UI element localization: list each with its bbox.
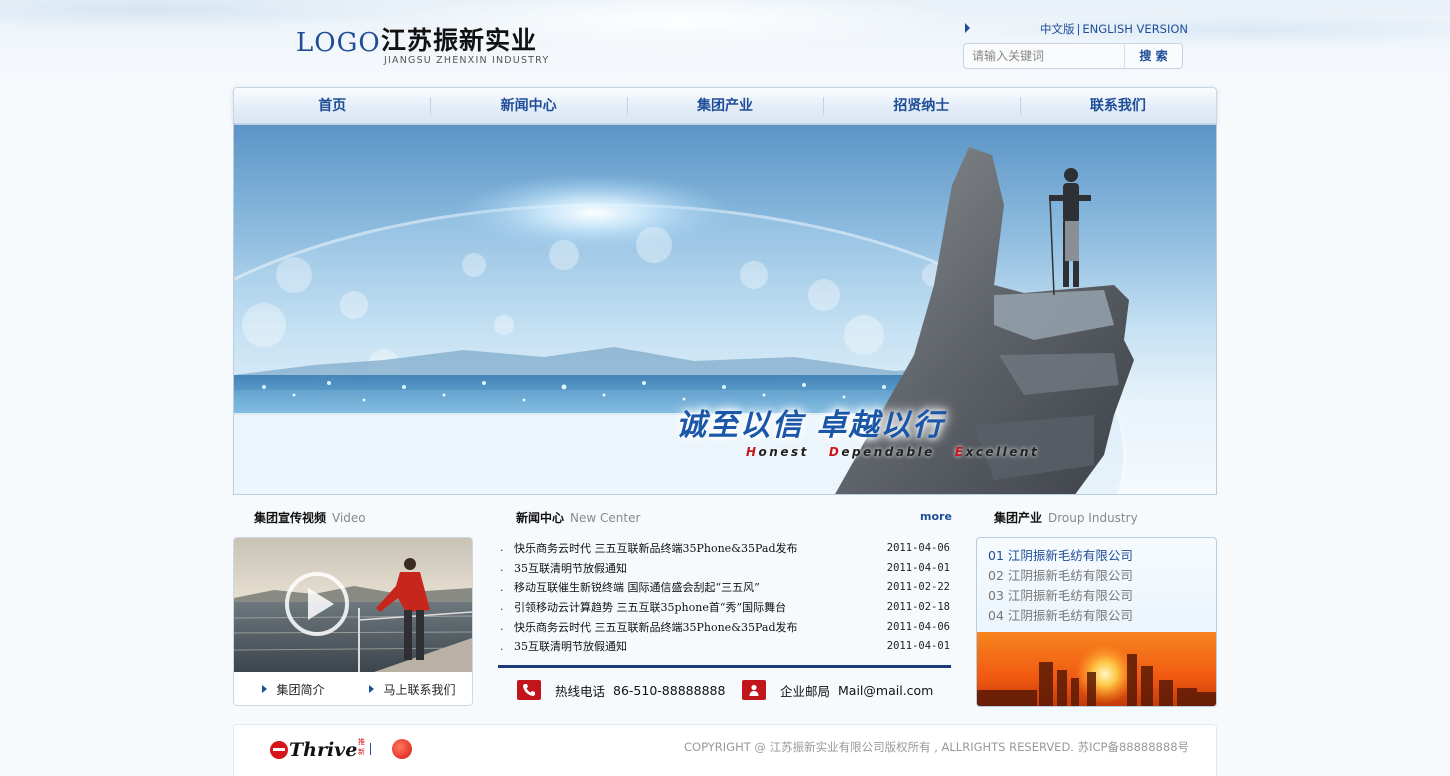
thrive-logo[interactable]: Thrive 推新 <box>270 738 365 761</box>
section-title-en: Droup Industry <box>1048 511 1138 525</box>
hero-banner: 诚至以信 卓越以行 Honest Dependable Excellent <box>233 124 1217 495</box>
company-intro-link[interactable]: 集团简介 <box>234 672 353 705</box>
copyright-text: COPYRIGHT @ 江苏振新实业有限公司版权所有 , ALLRIGHTS R… <box>684 740 1190 754</box>
thrive-logo-sup: 推新 <box>358 738 365 756</box>
language-switch: 中文版 | ENGLISH VERSION <box>1040 21 1188 37</box>
news-date: 2011-02-22 <box>886 581 950 594</box>
nav-item-home[interactable]: 首页 <box>234 88 430 123</box>
news-bullet: . <box>500 541 504 555</box>
brand-name-cn: 江苏振新实业 <box>381 26 538 55</box>
thrive-logo-icon <box>270 741 288 759</box>
search-box: 搜 索 <box>963 43 1183 69</box>
footer-separator <box>370 743 371 755</box>
news-title: 快乐商务云时代 三五互联新品终端35Phone&35Pad发布 <box>514 541 798 555</box>
badge-icon[interactable] <box>392 739 412 759</box>
contact-us-link[interactable]: 马上联系我们 <box>353 672 472 705</box>
news-bullet: . <box>500 620 504 634</box>
slogan-word: onest <box>758 445 809 459</box>
industry-panel: 01 江阴振新毛纺有限公司 02 江阴振新毛纺有限公司 03 江阴振新毛纺有限公… <box>976 537 1217 707</box>
news-bullet: . <box>500 561 504 575</box>
video-section-title: 集团宣传视频 Video <box>254 509 366 526</box>
news-item[interactable]: . 35互联清明节放假通知 2011-04-01 <box>500 636 950 656</box>
news-item[interactable]: . 引领移动云计算趋势 三五互联35phone首“秀”国际舞台 2011-02-18 <box>500 597 950 617</box>
search-button[interactable]: 搜 索 <box>1124 44 1182 68</box>
news-title: 引领移动云计算趋势 三五互联35phone首“秀”国际舞台 <box>514 600 787 614</box>
section-title-en: Video <box>332 511 366 525</box>
section-title-cn: 集团产业 <box>994 511 1043 525</box>
news-bullet: . <box>500 580 504 594</box>
nav-item-industry[interactable]: 集团产业 <box>626 88 823 123</box>
news-date: 2011-04-06 <box>886 541 950 554</box>
slogan-cap: H <box>746 445 759 459</box>
industry-item[interactable]: 01 江阴振新毛纺有限公司 <box>988 546 1133 566</box>
brand-name-en: JIANGSU ZHENXIN INDUSTRY <box>384 55 550 66</box>
news-title: 35互联清明节放假通知 <box>514 640 627 654</box>
news-date: 2011-04-01 <box>886 561 950 574</box>
industry-item[interactable]: 02 江阴振新毛纺有限公司 <box>988 566 1133 586</box>
news-date: 2011-04-06 <box>886 620 950 633</box>
phone-icon <box>517 680 541 700</box>
slogan-word: ependable <box>841 445 935 459</box>
industry-item[interactable]: 04 江阴振新毛纺有限公司 <box>988 606 1133 626</box>
slogan-cap: D <box>828 445 842 459</box>
news-list: . 快乐商务云时代 三五互联新品终端35Phone&35Pad发布 2011-04-… <box>500 538 950 656</box>
link-label: 马上联系我们 <box>383 682 456 697</box>
section-title-en: New Center <box>570 511 641 525</box>
lang-cn-link[interactable]: 中文版 <box>1040 22 1075 36</box>
banner-slogan-cn: 诚至以信 卓越以行 <box>676 408 945 443</box>
news-title: 35互联清明节放假通知 <box>514 561 627 575</box>
nav-item-careers[interactable]: 招贤纳士 <box>823 88 1019 123</box>
site-footer: Thrive 推新 COPYRIGHT @ 江苏振新实业有限公司版权所有 , A… <box>233 724 1217 776</box>
slogan-cap: E <box>954 445 966 459</box>
banner-slogan-en: Honest Dependable Excellent <box>746 445 1039 459</box>
news-date: 2011-02-18 <box>886 600 950 613</box>
video-links: 集团简介 马上联系我们 <box>234 672 472 705</box>
industry-image <box>977 632 1216 706</box>
lang-en-link[interactable]: ENGLISH VERSION <box>1082 22 1188 36</box>
news-item[interactable]: . 快乐商务云时代 三五互联新品终端35Phone&35Pad发布 2011-04-… <box>500 538 950 558</box>
section-title-cn: 新闻中心 <box>516 511 565 525</box>
industry-list: 01 江阴振新毛纺有限公司 02 江阴振新毛纺有限公司 03 江阴振新毛纺有限公… <box>988 546 1133 626</box>
news-date: 2011-04-01 <box>886 640 950 653</box>
section-title-cn: 集团宣传视频 <box>254 511 327 525</box>
news-item[interactable]: . 移动互联催生新锐终端 国际通信盛会刮起“三五风” 2011-02-22 <box>500 577 950 597</box>
link-label: 集团简介 <box>276 682 325 697</box>
news-title: 移动互联催生新锐终端 国际通信盛会刮起“三五风” <box>514 581 760 595</box>
search-input[interactable] <box>964 44 1124 68</box>
main-nav: 首页 新闻中心 集团产业 招贤纳士 联系我们 <box>233 87 1217 124</box>
news-item[interactable]: . 快乐商务云时代 三五互联新品终端35Phone&35Pad发布 2011-04-… <box>500 617 950 637</box>
news-more-link[interactable]: more <box>920 510 952 523</box>
triangle-arrow-icon <box>262 685 268 693</box>
hotline-number: 86-510-88888888 <box>613 682 726 698</box>
user-mail-icon <box>742 680 766 700</box>
hotline: 热线电话 86-510-88888888 <box>517 680 725 700</box>
slogan-word: xcellent <box>965 445 1040 459</box>
thrive-logo-text: Thrive <box>289 739 358 761</box>
nav-item-contact[interactable]: 联系我们 <box>1019 88 1216 123</box>
company-mail: 企业邮局 Mail@mail.com <box>742 680 933 700</box>
video-thumbnail[interactable] <box>234 538 472 672</box>
news-title: 快乐商务云时代 三五互联新品终端35Phone&35Pad发布 <box>514 620 798 634</box>
site-logo[interactable]: LOGO <box>296 28 381 58</box>
industry-item[interactable]: 03 江阴振新毛纺有限公司 <box>988 586 1133 606</box>
news-item[interactable]: . 35互联清明节放假通知 2011-04-01 <box>500 558 950 578</box>
mail-label: 企业邮局 <box>780 683 831 699</box>
industry-section-title: 集团产业 Droup Industry <box>994 509 1138 526</box>
hotline-label: 热线电话 <box>555 683 606 699</box>
news-section-title: 新闻中心 New Center <box>516 509 640 526</box>
video-panel: 集团简介 马上联系我们 <box>233 537 473 706</box>
triangle-arrow-icon <box>965 23 970 33</box>
triangle-arrow-icon <box>369 685 375 693</box>
nav-item-news[interactable]: 新闻中心 <box>430 88 626 123</box>
mail-address[interactable]: Mail@mail.com <box>838 683 933 698</box>
news-divider <box>498 665 951 668</box>
news-bullet: . <box>500 600 504 614</box>
news-bullet: . <box>500 639 504 653</box>
